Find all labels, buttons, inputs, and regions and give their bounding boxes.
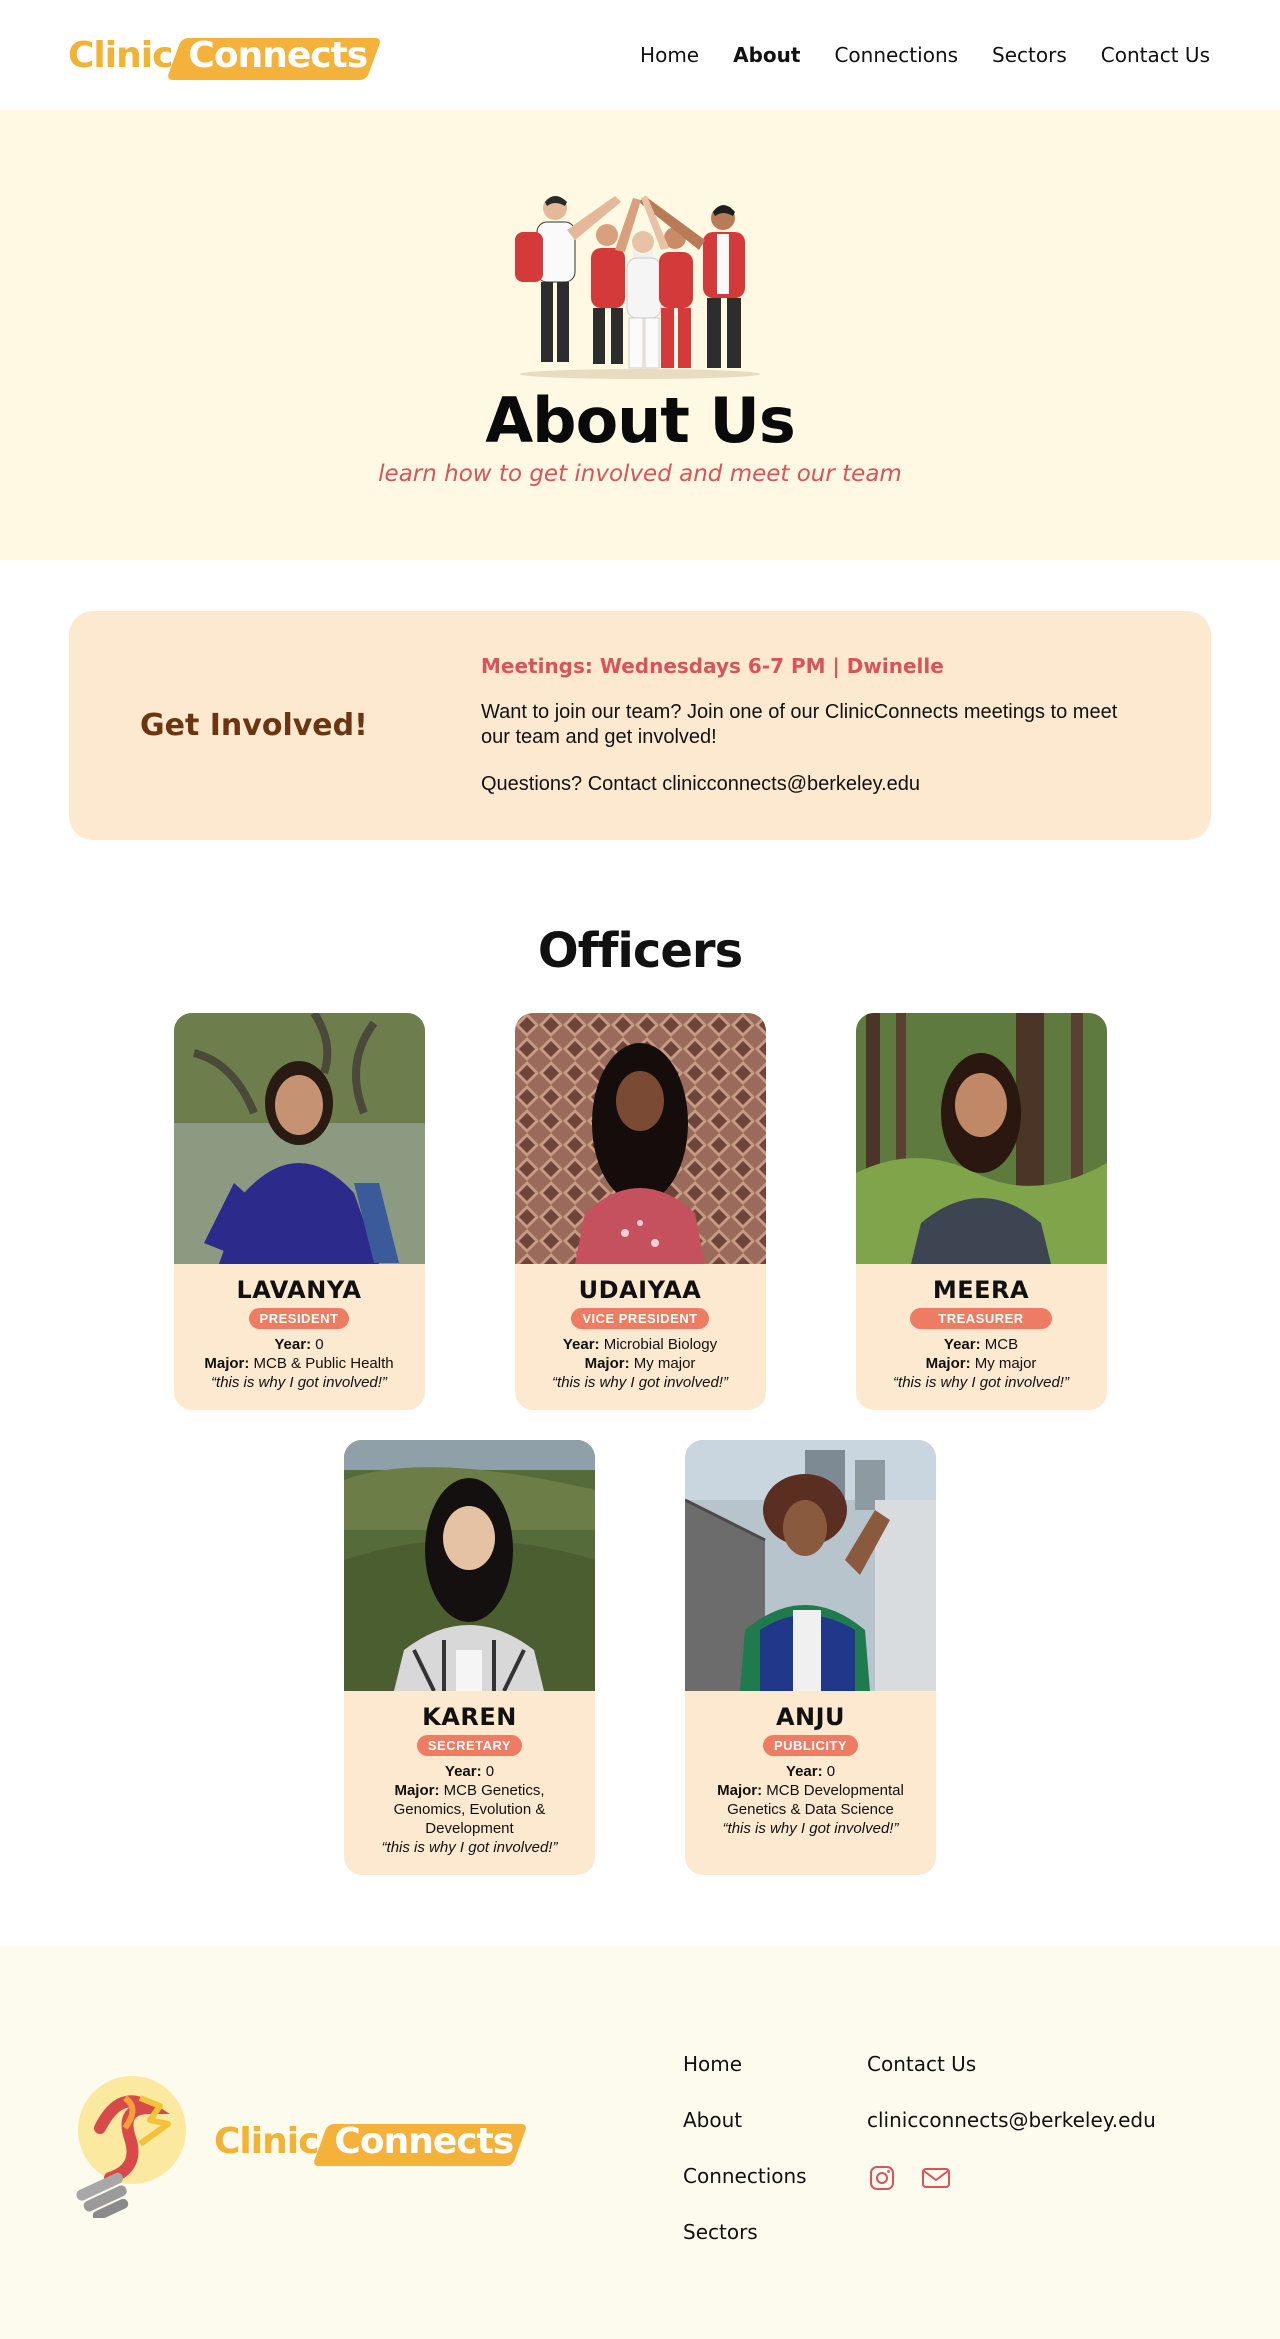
logo-connects-text: Connects: [334, 2120, 514, 2162]
hero-section: About Us learn how to get involved and m…: [0, 110, 1280, 560]
year-label: Year:: [943, 1336, 981, 1353]
officer-name: UDAIYAA: [578, 1276, 702, 1304]
social-icons: [867, 2163, 1156, 2193]
main-nav: Home About Connections Sectors Contact U…: [640, 43, 1210, 67]
logo-clinic-text: Clinic: [214, 2120, 319, 2162]
footer-link-contact-us[interactable]: Contact Us: [867, 2051, 1156, 2077]
officer-info: Year: 0 Major: MCB Genetics, Genomics, E…: [344, 1762, 595, 1857]
officer-photo-karen: [344, 1440, 595, 1691]
officer-name: KAREN: [422, 1703, 517, 1731]
officer-year: Microbial Biology: [603, 1336, 718, 1353]
get-involved-title: Get Involved!: [140, 708, 368, 743]
officer-role-badge: TREASURER: [910, 1308, 1052, 1329]
officer-role-badge: PUBLICITY: [762, 1735, 859, 1756]
officer-role-badge: PRESIDENT: [248, 1308, 350, 1329]
officer-major: My major: [633, 1355, 696, 1372]
footer-link-connections[interactable]: Connections: [683, 2163, 807, 2189]
officer-name: ANJU: [775, 1703, 846, 1731]
instagram-icon[interactable]: [867, 2163, 897, 2193]
year-label: Year:: [444, 1763, 482, 1780]
officer-year: 0: [315, 1336, 324, 1353]
officer-photo-udaiyaa: [514, 1013, 766, 1264]
officer-photo-anju: [685, 1440, 936, 1691]
officer-info: Year: 0 Major: MCB & Public Health “this…: [190, 1335, 407, 1392]
officer-card-meera: MEERA TREASURER Year: MCB Major: My majo…: [855, 1013, 1107, 1410]
footer-link-sectors[interactable]: Sectors: [683, 2219, 807, 2245]
officer-info: Year: MCB Major: My major “this is why I…: [879, 1335, 1083, 1392]
nav-about[interactable]: About: [733, 43, 800, 67]
officer-info: Year: Microbial Biology Major: My major …: [538, 1335, 742, 1392]
year-label: Year:: [785, 1763, 823, 1780]
officer-photo-lavanya: [173, 1013, 425, 1264]
officer-major: MCB & Public Health: [253, 1355, 394, 1372]
officers-row-2: KAREN SECRETARY Year: 0 Major: MCB Genet…: [0, 1440, 1280, 1875]
officer-year: MCB: [984, 1336, 1019, 1353]
site-logo[interactable]: Clinic Connects: [68, 32, 383, 80]
major-label: Major:: [204, 1355, 250, 1372]
logo-connects-badge: Connects: [166, 34, 383, 80]
logo-clinic-text: Clinic: [68, 34, 173, 76]
officer-card-anju: ANJU PUBLICITY Year: 0 Major: MCB Develo…: [685, 1440, 936, 1875]
footer-link-about[interactable]: About: [683, 2107, 807, 2133]
page-title: About Us: [485, 384, 796, 457]
nav-connections[interactable]: Connections: [834, 43, 958, 67]
officer-year: 0: [826, 1763, 836, 1780]
major-label: Major:: [925, 1355, 971, 1372]
officer-quote: “this is why I got involved!”: [893, 1374, 1069, 1391]
officer-photo-meera: [855, 1013, 1107, 1264]
officer-year: 0: [485, 1763, 495, 1780]
footer-contact: Contact Us clinicconnects@berkeley.edu: [867, 2051, 1156, 2193]
major-label: Major:: [584, 1355, 630, 1372]
contact-questions: Questions? Contact clinicconnects@berkel…: [481, 773, 921, 795]
nav-sectors[interactable]: Sectors: [992, 43, 1067, 67]
team-high-five-illustration: [515, 196, 760, 379]
nav-contact-us[interactable]: Contact Us: [1101, 43, 1210, 67]
officer-name: MEERA: [932, 1276, 1030, 1304]
lightbulb-logo-icon: [76, 2076, 186, 2218]
major-label: Major:: [394, 1782, 440, 1799]
officer-role-badge: SECRETARY: [416, 1735, 523, 1756]
officer-role-badge: VICE PRESIDENT: [571, 1308, 709, 1329]
footer-email[interactable]: clinicconnects@berkeley.edu: [867, 2107, 1156, 2133]
major-label: Major:: [717, 1782, 763, 1799]
officer-quote: “this is why I got involved!”: [722, 1820, 899, 1837]
officer-major: My major: [974, 1355, 1037, 1372]
officer-info: Year: 0 Major: MCB Developmental Genetic…: [685, 1762, 936, 1838]
site-header: Clinic Connects Home About Connections S…: [0, 0, 1280, 110]
logo-connects-badge: Connects: [312, 2120, 529, 2166]
page-subtitle: learn how to get involved and meet our t…: [378, 461, 902, 487]
year-label: Year:: [562, 1336, 600, 1353]
officer-quote: “this is why I got involved!”: [211, 1374, 387, 1391]
officer-quote: “this is why I got involved!”: [552, 1374, 728, 1391]
nav-home[interactable]: Home: [640, 43, 699, 67]
officers-row-1: LAVANYA PRESIDENT Year: 0 Major: MCB & P…: [0, 1013, 1280, 1410]
get-involved-card: Get Involved! Meetings: Wednesdays 6-7 P…: [69, 611, 1211, 840]
footer-logo[interactable]: Clinic Connects: [214, 2118, 529, 2166]
mail-icon[interactable]: [921, 2163, 951, 2193]
meeting-info: Meetings: Wednesdays 6-7 PM | Dwinelle: [481, 654, 944, 678]
footer-link-home[interactable]: Home: [683, 2051, 807, 2077]
get-involved-body: Meetings: Wednesdays 6-7 PM | Dwinelle W…: [481, 654, 1211, 797]
year-label: Year:: [274, 1336, 312, 1353]
join-text: Want to join our team? Join one of our C…: [481, 701, 1118, 748]
officer-card-karen: KAREN SECRETARY Year: 0 Major: MCB Genet…: [344, 1440, 595, 1875]
officers-title: Officers: [537, 923, 743, 979]
officer-name: LAVANYA: [236, 1276, 362, 1304]
footer-nav: Home About Connections Sectors: [683, 2051, 807, 2245]
officer-card-lavanya: LAVANYA PRESIDENT Year: 0 Major: MCB & P…: [173, 1013, 425, 1410]
officer-quote: “this is why I got involved!”: [381, 1839, 558, 1856]
logo-connects-text: Connects: [188, 34, 368, 76]
site-footer: Clinic Connects Home About Connections S…: [0, 1946, 1280, 2339]
officer-card-udaiyaa: UDAIYAA VICE PRESIDENT Year: Microbial B…: [514, 1013, 766, 1410]
